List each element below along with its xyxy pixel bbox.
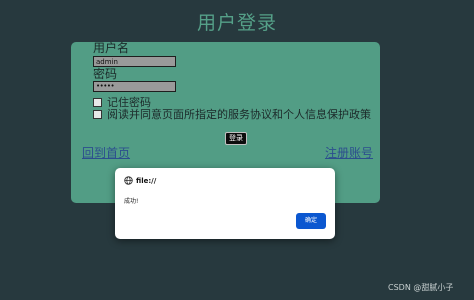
username-label: 用户名 <box>93 41 130 55</box>
home-link[interactable]: 回到首页 <box>82 144 130 161</box>
dialog-header: file:// <box>124 176 156 185</box>
username-input[interactable] <box>93 56 176 67</box>
watermark: CSDN @甜腻小子 <box>388 283 454 292</box>
register-link[interactable]: 注册账号 <box>325 144 373 161</box>
page-title: 用户登录 <box>196 12 277 34</box>
password-label: 密码 <box>93 67 118 81</box>
alert-dialog: file:// 成功! 确定 <box>115 168 335 239</box>
login-button[interactable]: 登录 <box>225 132 247 145</box>
globe-icon <box>124 176 133 185</box>
agreement-label: 阅读并同意页面所指定的服务协议和个人信息保护政策 <box>107 108 371 121</box>
dialog-message: 成功! <box>124 198 139 205</box>
dialog-origin: file:// <box>136 176 157 185</box>
agreement-checkbox[interactable] <box>93 109 102 119</box>
password-input[interactable]: ••••• <box>93 81 176 92</box>
agreement-row[interactable]: 阅读并同意页面所指定的服务协议和个人信息保护政策 <box>93 106 371 122</box>
ok-button[interactable]: 确定 <box>296 213 326 229</box>
